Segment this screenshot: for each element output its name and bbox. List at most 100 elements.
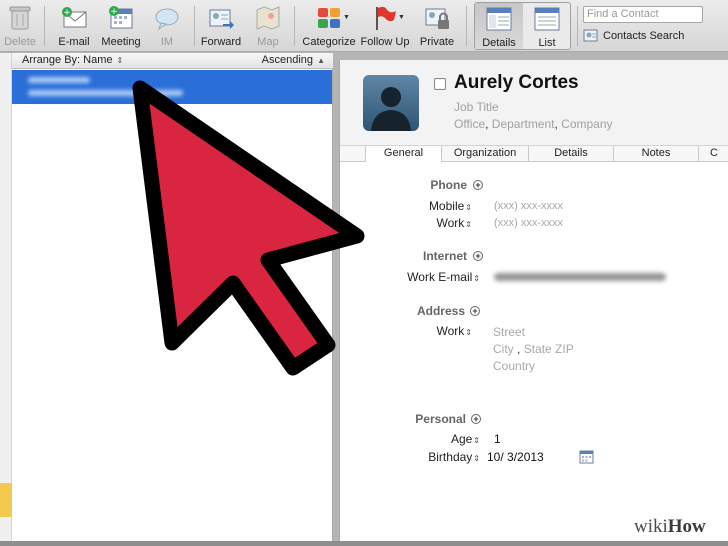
country-input[interactable]: Country [493, 359, 535, 373]
work-email-label-text: Work E-mail [407, 270, 473, 284]
toolbar-separator [294, 6, 295, 46]
address-work-label[interactable]: Work⇕ [380, 324, 472, 338]
stepper-icon: ⇕ [473, 436, 480, 445]
stepper-icon: ⇕ [465, 328, 472, 337]
mobile-label[interactable]: Mobile⇕ [380, 199, 472, 213]
contact-detail-pane: Aurely Cortes Job Title Office, Departme… [339, 60, 728, 541]
list-view-button[interactable]: List [523, 3, 571, 49]
sort-up-icon: ▲ [317, 56, 325, 65]
email-button[interactable]: + E-mail [52, 0, 96, 52]
meeting-button[interactable]: + Meeting [99, 0, 143, 52]
office-field[interactable]: Office [454, 117, 485, 131]
find-contact-placeholder: Find a Contact [587, 8, 659, 20]
stepper-icon: ⇕ [473, 274, 480, 283]
contact-photo[interactable] [363, 75, 419, 131]
window-bottom-edge [0, 541, 728, 546]
categories-icon [318, 8, 340, 28]
work-phone-label[interactable]: Work⇕ [380, 216, 472, 230]
delete-button[interactable]: Delete [0, 0, 40, 52]
list-header: Arrange By: Name ⇕ Ascending ▲ [0, 53, 333, 69]
im-label: IM [160, 36, 174, 48]
delete-label: Delete [4, 36, 36, 48]
find-contact-input[interactable]: Find a Contact [583, 6, 703, 23]
category-color-strip [0, 483, 12, 517]
details-view-button[interactable]: Details [475, 3, 523, 49]
tab-general[interactable]: General [366, 146, 442, 162]
contacts-search-label: Contacts Search [603, 29, 685, 42]
categorize-button[interactable]: ▼ Categorize [300, 0, 358, 52]
city-input[interactable]: City [493, 342, 514, 356]
details-view-icon [486, 7, 512, 31]
svg-text:+: + [63, 8, 71, 18]
department-field[interactable]: Department [492, 117, 555, 131]
private-label: Private [419, 36, 455, 48]
tab-details[interactable]: Details [529, 146, 614, 162]
add-internet-icon[interactable]: + [473, 251, 483, 261]
mobile-label-text: Mobile [428, 199, 465, 213]
contact-list-pane: Arrange By: Name ⇕ Ascending ▲ [0, 53, 333, 541]
blurred-contact-email [28, 90, 183, 96]
private-button[interactable]: Private [416, 0, 458, 52]
forward-button[interactable]: Forward [198, 0, 244, 52]
view-toggle: Details List [474, 2, 571, 50]
work-phone-label-text: Work [436, 216, 465, 230]
chevron-down-icon: ▼ [398, 14, 405, 21]
state-zip-input[interactable]: State ZIP [524, 342, 574, 356]
company-field[interactable]: Company [561, 117, 612, 131]
chat-bubble-icon [155, 8, 179, 31]
birthday-label[interactable]: Birthday⇕ [380, 450, 480, 464]
phone-section-title: Phone [430, 178, 467, 192]
calendar-icon: + [109, 6, 133, 29]
work-phone-input[interactable]: (xxx) xxx-xxxx [494, 217, 563, 229]
tab-notes[interactable]: Notes [614, 146, 699, 162]
add-personal-icon[interactable]: + [471, 414, 481, 424]
address-work-label-text: Work [436, 324, 465, 338]
map-button[interactable]: Map [248, 0, 288, 52]
work-email-label[interactable]: Work E-mail⇕ [360, 270, 480, 284]
date-picker-icon[interactable] [579, 449, 594, 464]
contact-select-checkbox[interactable] [434, 78, 446, 90]
birthday-label-text: Birthday [428, 450, 473, 464]
street-input[interactable]: Street [493, 325, 525, 339]
contact-name[interactable]: Aurely Cortes [454, 72, 579, 94]
follow-up-button[interactable]: ▼ Follow Up [360, 0, 410, 52]
toolbar-separator [577, 6, 578, 46]
toolbar-separator [44, 6, 45, 46]
selected-contact-row[interactable] [12, 70, 332, 104]
categorize-label: Categorize [302, 36, 356, 48]
arrange-by-label: Arrange By: Name [22, 54, 113, 66]
toolbar-separator [194, 6, 195, 46]
list-view-icon [534, 7, 560, 31]
stepper-icon: ⇕ [473, 454, 480, 463]
details-label: Details [482, 37, 516, 49]
arrange-by-menu[interactable]: Arrange By: Name ⇕ [22, 54, 123, 66]
mobile-phone-input[interactable]: (xxx) xxx-xxxx [494, 200, 563, 212]
sort-order-label: Ascending [261, 54, 314, 66]
contacts-search-button[interactable]: Contacts Search [583, 29, 684, 43]
trash-icon [9, 6, 31, 30]
job-title-field[interactable]: Job Title [454, 100, 499, 114]
add-address-icon[interactable]: + [470, 306, 480, 316]
wikihow-watermark: wikiHow [634, 516, 706, 538]
toolbar: Delete + E-mail + Meeting IM Forward Map… [0, 0, 728, 52]
sort-chevron-icon: ⇕ [116, 56, 124, 65]
address-section-title: Address [416, 304, 465, 318]
watermark-how: How [667, 516, 706, 537]
im-button[interactable]: IM [146, 0, 188, 52]
birthday-input[interactable]: 10/ 3/2013 [487, 450, 544, 464]
tab-certificates[interactable]: C [699, 146, 728, 162]
age-label[interactable]: Age⇕ [380, 432, 480, 446]
add-phone-icon[interactable]: + [473, 180, 483, 190]
map-label: Map [257, 36, 279, 48]
left-edge-strip [0, 53, 12, 541]
blurred-contact-name [28, 77, 90, 83]
tab-organization[interactable]: Organization [442, 146, 529, 162]
follow-up-label: Follow Up [360, 36, 410, 48]
blurred-work-email[interactable] [494, 273, 666, 281]
age-label-text: Age [450, 432, 473, 446]
sort-order-toggle[interactable]: Ascending ▲ [262, 54, 325, 66]
email-label: E-mail [58, 36, 90, 48]
age-value[interactable]: 1 [494, 432, 501, 446]
contacts-search-icon [583, 29, 598, 42]
flag-icon [376, 6, 396, 30]
